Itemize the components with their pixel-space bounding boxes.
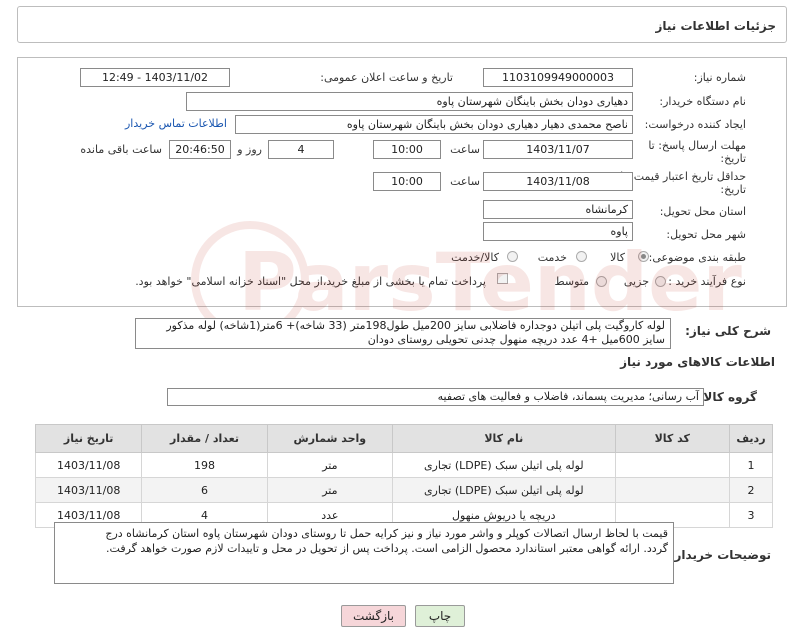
price-time-field: 10:00 [373,172,441,191]
price-validity-label-date: تاریخ: [720,183,746,196]
buyer-notes-textarea: قیمت با لحاظ ارسال اتصالات کوپلر و واشر … [54,522,674,584]
buyer-notes-line-1: قیمت با لحاظ ارسال اتصالات کوپلر و واشر … [105,527,668,540]
cell-qty: 6 [141,477,268,503]
category-goods-radio[interactable] [638,251,649,262]
province-field: کرمانشاه [483,200,633,219]
announce-field: 1403/11/02 - 12:49 [80,68,230,87]
goods-group-field: آب رسانی؛ مدیریت پسماند، فاضلاب و فعالیت… [167,388,704,406]
process-label: نوع فرآیند خرید : [668,275,746,288]
price-validity-label: حداقل تاریخ اعتبار قیمت: تا [620,170,746,183]
cell-row: 2 [728,477,774,503]
col-row: ردیف [728,424,774,453]
goods-table: ردیف کد کالا نام کالا واحد شمارش تعداد /… [34,424,774,528]
col-qty: تعداد / مقدار [141,424,268,453]
summary-textarea: لوله کاروگیت پلی اتیلن دوجداره فاضلابی س… [135,318,671,349]
requester-label: ایجاد کننده درخواست: [644,118,746,131]
cell-date: 1403/11/08 [34,477,143,503]
cell-date: 1403/11/08 [34,452,143,478]
reply-deadline-label: مهلت ارسال پاسخ: تا [648,139,746,152]
category-service-label: خدمت [537,251,567,264]
buyer-notes-label: توضیحات خریدار: [669,548,771,562]
days-field: 4 [268,140,334,159]
goods-group-label: گروه کالا: [698,390,757,404]
process-minor-radio[interactable] [655,276,666,287]
price-date-field: 1403/11/08 [483,172,633,191]
cell-unit: متر [266,452,394,478]
province-label: استان محل تحویل: [659,205,746,218]
cell-name: لوله پلی اتیلن سبک (LDPE) تجاری [392,452,616,478]
process-medium-radio[interactable] [596,276,607,287]
col-unit: واحد شمارش [266,424,394,453]
price-time-label: ساعت [450,175,480,188]
page-title: جزئیات اطلاعات نیاز [655,19,776,33]
process-medium-label: متوسط [554,275,589,288]
category-label: طبقه بندی موضوعی: [648,251,746,264]
category-service-radio[interactable] [576,251,587,262]
process-minor-label: جزیی [623,275,649,288]
category-goods-service-label: کالا/خدمت [451,251,499,264]
col-name: نام کالا [392,424,616,453]
reply-time-field: 10:00 [373,140,441,159]
cell-unit: متر [266,477,394,503]
treasury-checkbox[interactable] [497,273,508,284]
summary-line-1: لوله کاروگیت پلی اتیلن دوجداره فاضلابی س… [166,319,665,332]
reply-time-label: ساعت [450,143,480,156]
announce-label: تاریخ و ساعت اعلان عمومی: [320,71,453,84]
print-button[interactable]: چاپ [415,605,465,627]
reply-date-field: 1403/11/07 [483,140,633,159]
reply-deadline-label-date: تاریخ: [720,152,746,165]
buyer-org-field: دهیاری دودان بخش باینگان شهرستان پاوه [186,92,633,111]
summary-line-2: سایز 600میل +4 عدد دریچه منهول چدنی تحوی… [367,333,665,346]
treasury-note: پرداخت تمام یا بخشی از مبلغ خرید،از محل … [135,275,486,288]
remaining-label: ساعت باقی مانده [80,143,162,156]
city-label: شهر محل تحویل: [666,228,746,241]
days-label: روز و [237,143,262,156]
cell-name: لوله پلی اتیلن سبک (LDPE) تجاری [392,477,616,503]
requester-field: ناصح محمدی دهیار دهیاری دودان بخش باینگا… [235,115,633,134]
col-date: تاریخ نیاز [34,424,143,453]
need-number-label: شماره نیاز: [693,71,746,84]
city-field: پاوه [483,222,633,241]
cell-row: 3 [728,502,774,528]
summary-label: شرح کلی نیاز: [685,324,771,338]
category-goods-service-radio[interactable] [507,251,518,262]
col-code: کد کالا [614,424,730,453]
category-goods-label: کالا [610,251,625,264]
buyer-org-label: نام دستگاه خریدار: [659,95,746,108]
table-header-row: ردیف کد کالا نام کالا واحد شمارش تعداد /… [34,424,774,453]
table-row: 1 لوله پلی اتیلن سبک (LDPE) تجاری متر 19… [34,452,774,478]
page-header: جزئیات اطلاعات نیاز [17,6,787,43]
back-button[interactable]: بازگشت [341,605,406,627]
contact-buyer-link[interactable]: اطلاعات تماس خریدار [125,117,227,130]
cell-qty: 198 [141,452,268,478]
cell-row: 1 [728,452,774,478]
cell-code [614,477,730,503]
cell-code [614,452,730,478]
need-number-field: 1103109949000003 [483,68,633,87]
goods-section-title: اطلاعات کالاهای مورد نیاز [620,355,775,369]
remaining-time-field: 20:46:50 [169,140,231,159]
table-row: 2 لوله پلی اتیلن سبک (LDPE) تجاری متر 6 … [34,477,774,503]
buyer-notes-line-2: گردد. ارائه گواهی معتبر استاندارد محصول … [106,542,668,555]
